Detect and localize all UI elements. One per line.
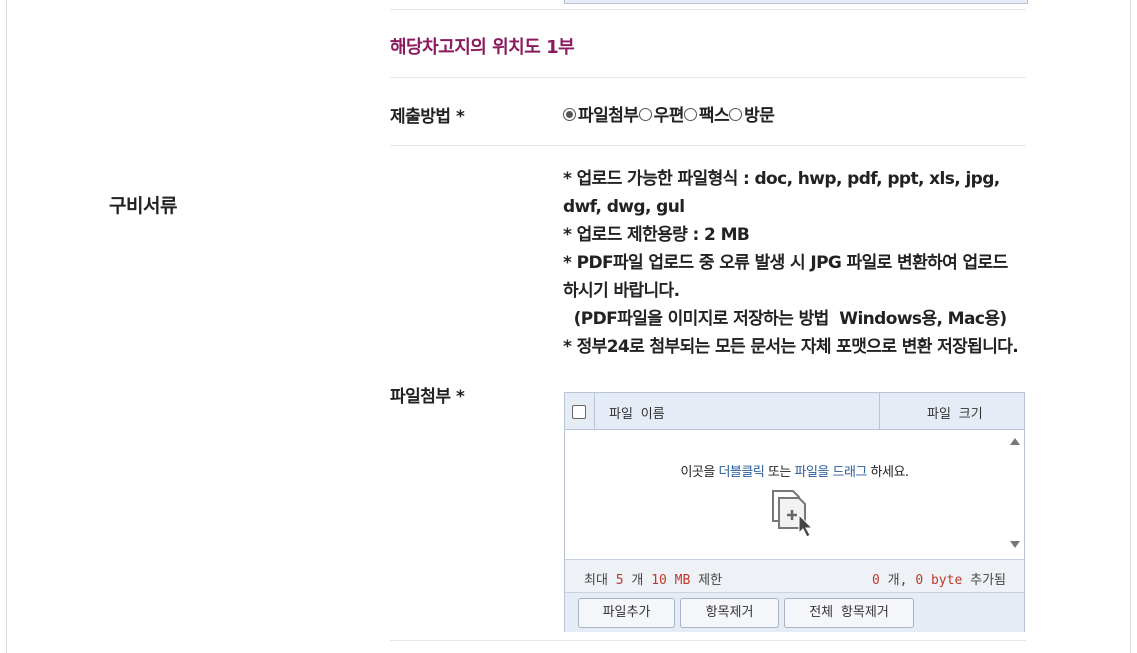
- attachment-label: 파일첨부 *: [390, 387, 465, 407]
- radio-file-attach[interactable]: 파일첨부: [563, 101, 639, 126]
- add-file-button[interactable]: 파일추가: [578, 598, 675, 628]
- divider: [390, 77, 1026, 78]
- column-file-size[interactable]: 파일 크기: [927, 403, 983, 422]
- document-title: 해당차고지의 위치도 1부: [390, 37, 575, 58]
- column-file-name[interactable]: 파일 이름: [609, 403, 665, 422]
- added-file-count: 0: [872, 573, 880, 588]
- previous-uploader-bottom: [564, 0, 1028, 4]
- uploader-button-bar: 파일추가 항목제거 전체 항목제거: [565, 592, 1024, 632]
- radio-visit[interactable]: 방문: [729, 101, 775, 126]
- file-uploader: 파일 이름 파일 크기 이곳을 더블클릭 또는 파일을 드래그 하세요. 최대 …: [564, 392, 1025, 632]
- submit-method-radio-group: 파일첨부 우편 팩스 방문: [563, 101, 775, 126]
- status-text: 추가됨: [962, 573, 1006, 588]
- status-text: 개,: [879, 573, 916, 588]
- note-pdf-howto: (PDF파일을 이미지로 저장하는 방법 Windows용, Mac용): [563, 309, 1008, 329]
- note-file-types: * 업로드 가능한 파일형식 : doc, hwp, pdf, ppt, xls…: [563, 169, 1000, 217]
- hint-text: 또는: [764, 465, 795, 480]
- scroll-up-icon[interactable]: [1010, 438, 1020, 445]
- scroll-down-icon[interactable]: [1010, 541, 1020, 548]
- radio-icon[interactable]: [729, 108, 743, 121]
- radio-label: 우편: [653, 106, 685, 126]
- file-add-icon: [772, 490, 814, 538]
- column-separator: [879, 393, 880, 429]
- radio-selected-icon[interactable]: [563, 108, 576, 121]
- upload-limit-text: 최대 5 개 10 MB 제한: [584, 569, 722, 588]
- status-text: 최대: [584, 573, 616, 588]
- divider: [390, 145, 1026, 146]
- status-text: 개: [623, 573, 652, 588]
- checkbox-icon[interactable]: [572, 405, 586, 419]
- submit-method-label: 제출방법 *: [390, 107, 465, 127]
- column-separator: [594, 393, 595, 429]
- radio-label: 방문: [744, 106, 775, 126]
- max-file-count: 5: [615, 573, 624, 588]
- note-pdf-error: * PDF파일 업로드 중 오류 발생 시 JPG 파일로 변환하여 업로드 하…: [563, 253, 1008, 301]
- uploader-status-bar: 최대 5 개 10 MB 제한 0 개, 0 byte 추가됨: [565, 559, 1024, 592]
- file-drop-zone[interactable]: 이곳을 더블클릭 또는 파일을 드래그 하세요.: [565, 430, 1024, 559]
- added-files-text: 0 개, 0 byte 추가됨: [872, 569, 1006, 588]
- radio-label: 파일첨부: [578, 106, 639, 126]
- note-size-limit: * 업로드 제한용량 : 2 MB: [563, 225, 750, 245]
- hint-text: 이곳을: [680, 465, 719, 480]
- section-label: 구비서류: [109, 195, 177, 217]
- divider: [390, 9, 1026, 10]
- remove-item-button[interactable]: 항목제거: [680, 598, 779, 628]
- radio-icon[interactable]: [638, 108, 652, 121]
- status-text: 제한: [690, 573, 723, 588]
- added-bytes: 0 byte: [915, 573, 963, 588]
- radio-label: 팩스: [698, 106, 730, 126]
- radio-mail[interactable]: 우편: [638, 101, 685, 126]
- drop-hint: 이곳을 더블클릭 또는 파일을 드래그 하세요.: [565, 461, 1024, 480]
- max-total-size: 10 MB: [651, 573, 691, 588]
- upload-notes: * 업로드 가능한 파일형식 : doc, hwp, pdf, ppt, xls…: [563, 165, 1025, 361]
- frame-left-border: [6, 0, 7, 653]
- radio-fax[interactable]: 팩스: [683, 101, 730, 126]
- hint-double-click: 더블클릭: [718, 465, 765, 480]
- radio-icon[interactable]: [683, 108, 697, 121]
- note-format-conversion: * 정부24로 첨부되는 모든 문서는 자체 포맷으로 변환 저장됩니다.: [563, 337, 1019, 357]
- uploader-header: 파일 이름 파일 크기: [565, 393, 1024, 430]
- hint-text: 하세요.: [866, 465, 910, 480]
- hint-drag: 파일을 드래그: [794, 465, 867, 480]
- remove-all-button[interactable]: 전체 항목제거: [784, 598, 914, 628]
- frame-right-border: [1130, 0, 1131, 653]
- divider: [390, 640, 1026, 641]
